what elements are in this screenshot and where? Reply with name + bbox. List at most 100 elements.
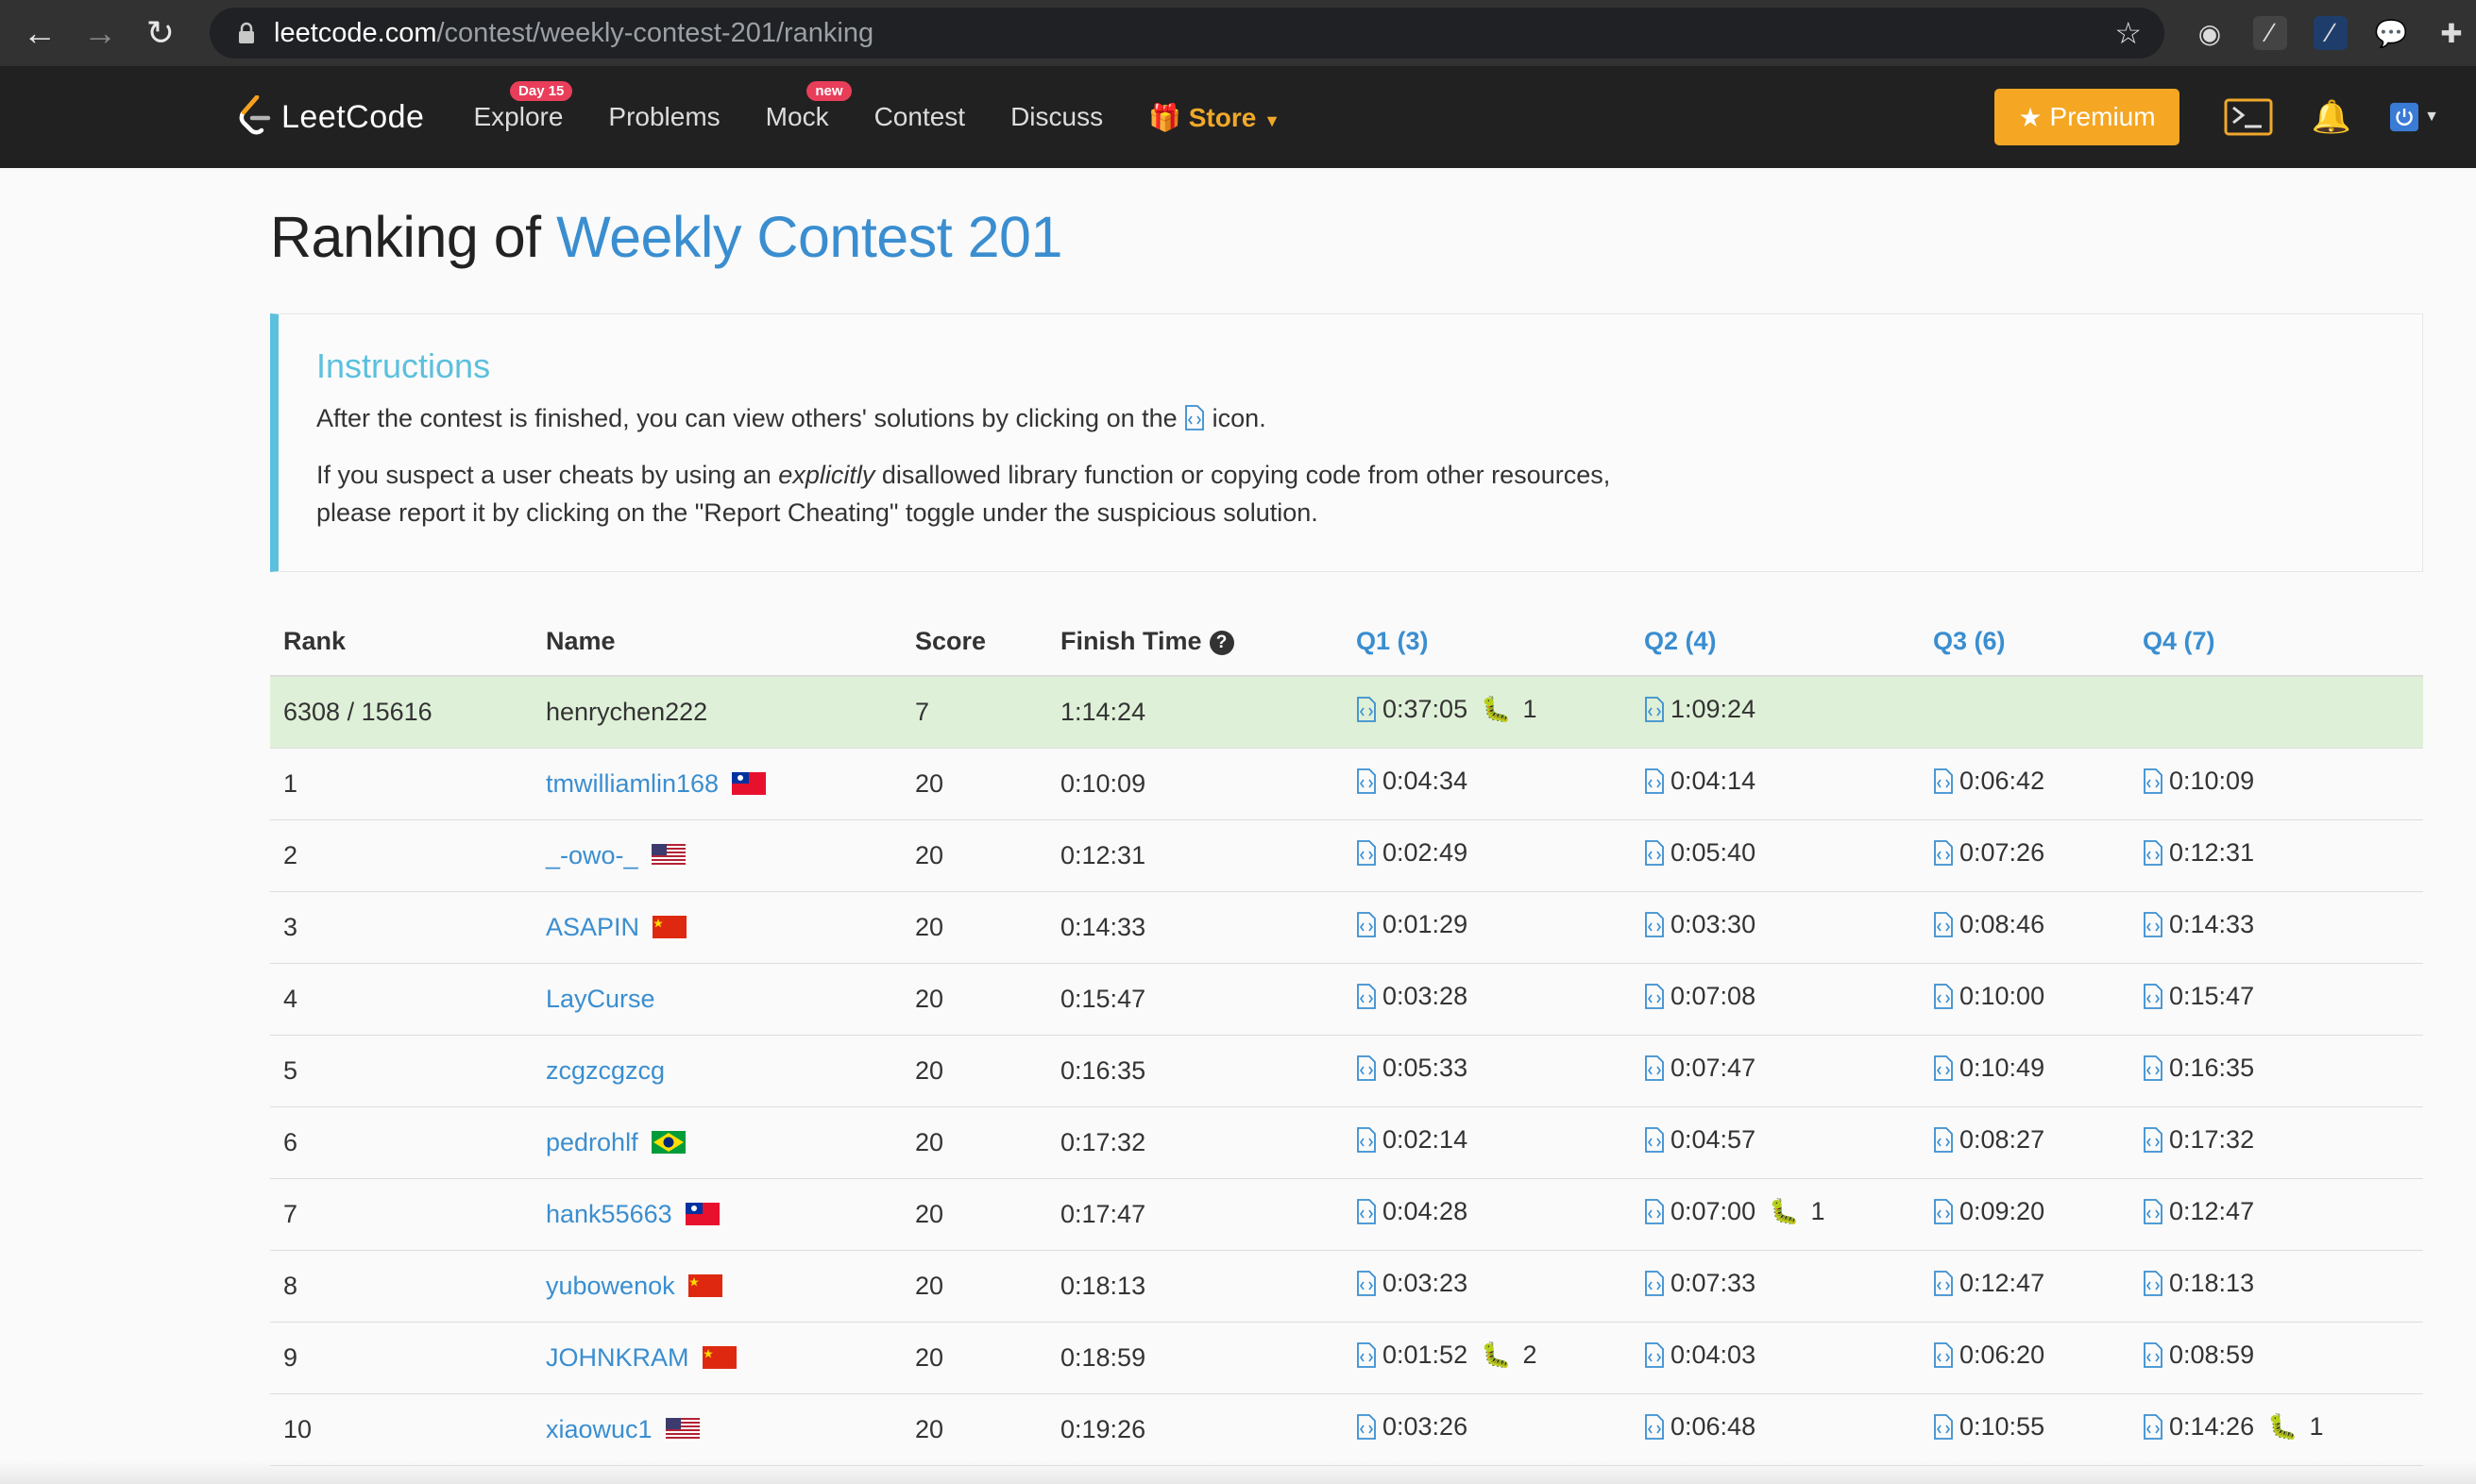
code-file-icon[interactable] bbox=[2143, 1271, 2163, 1296]
back-arrow-icon[interactable]: ← bbox=[9, 0, 70, 66]
extension-leetcode-icon[interactable]: ∕ bbox=[2253, 16, 2287, 50]
code-file-icon[interactable] bbox=[2143, 912, 2163, 937]
user-name-link[interactable]: LayCurse bbox=[546, 985, 655, 1013]
code-file-icon[interactable] bbox=[1933, 1199, 1954, 1224]
code-file-icon[interactable] bbox=[1933, 840, 1954, 866]
code-file-icon[interactable] bbox=[1644, 912, 1665, 937]
name-cell: yubowenok bbox=[533, 1250, 902, 1323]
header-q3[interactable]: Q3 (6) bbox=[1920, 608, 2129, 677]
code-file-icon[interactable] bbox=[1356, 697, 1377, 723]
code-file-icon[interactable] bbox=[2143, 1199, 2163, 1224]
extension-chat-icon[interactable]: 💬 bbox=[2374, 16, 2408, 50]
code-file-icon[interactable] bbox=[1933, 1342, 1954, 1368]
solve-time: 0:06:42 bbox=[1959, 767, 2045, 795]
user-name-link[interactable]: yubowenok bbox=[546, 1272, 675, 1300]
bug-icon: 🐛 bbox=[1769, 1197, 1800, 1225]
code-file-icon[interactable] bbox=[1644, 1414, 1665, 1440]
playground-terminal-icon[interactable] bbox=[2224, 93, 2273, 142]
extensions-puzzle-icon[interactable]: ✚ bbox=[2434, 16, 2468, 50]
code-file-icon[interactable] bbox=[1644, 984, 1665, 1009]
code-file-icon[interactable] bbox=[2143, 840, 2163, 866]
code-file-icon[interactable] bbox=[1356, 1055, 1377, 1081]
code-file-icon[interactable] bbox=[1933, 1127, 1954, 1153]
notification-bell-icon[interactable]: 🔔 bbox=[2307, 93, 2356, 142]
instructions-text: please report it by clicking on the "Rep… bbox=[316, 498, 1318, 527]
header-q4[interactable]: Q4 (7) bbox=[2129, 608, 2423, 677]
user-name-link[interactable]: _-owo-_ bbox=[546, 841, 638, 869]
rank-cell: 6 bbox=[270, 1106, 533, 1179]
code-file-icon[interactable] bbox=[1356, 1271, 1377, 1296]
code-file-icon[interactable] bbox=[1933, 1414, 1954, 1440]
user-name-link[interactable]: ASAPIN bbox=[546, 913, 639, 941]
solve-time: 0:09:20 bbox=[1959, 1197, 2045, 1225]
code-file-icon[interactable] bbox=[1356, 768, 1377, 794]
code-file-icon[interactable] bbox=[2143, 1342, 2163, 1368]
wrong-submission-count: 2 bbox=[1522, 1341, 1537, 1369]
q2-cell: 0:07:47 bbox=[1631, 1035, 1920, 1107]
flag-br-icon bbox=[651, 1130, 686, 1154]
q3-cell: 0:10:00 bbox=[1920, 963, 2129, 1036]
nav-store[interactable]: 🎁 Store ▼ bbox=[1148, 102, 1280, 133]
code-file-icon[interactable] bbox=[1356, 984, 1377, 1009]
q1-cell: 0:03:23 bbox=[1343, 1250, 1631, 1323]
code-file-icon[interactable] bbox=[1933, 1055, 1954, 1081]
code-file-icon[interactable] bbox=[1356, 840, 1377, 866]
extension-target-icon[interactable]: ◉ bbox=[2193, 16, 2227, 50]
user-name-link[interactable]: tmwilliamlin168 bbox=[546, 769, 719, 798]
nav-discuss[interactable]: Discuss bbox=[1010, 102, 1103, 132]
code-file-icon[interactable] bbox=[2143, 768, 2163, 794]
reload-icon[interactable]: ↻ bbox=[130, 0, 191, 66]
code-file-icon[interactable] bbox=[1356, 912, 1377, 937]
extension-leetcode-blue-icon[interactable]: ∕ bbox=[2314, 16, 2348, 50]
q2-cell: 0:07:00 🐛 1 bbox=[1631, 1178, 1920, 1251]
code-file-icon[interactable] bbox=[1933, 912, 1954, 937]
code-file-icon[interactable] bbox=[1356, 1127, 1377, 1153]
solve-time: 0:07:47 bbox=[1670, 1054, 1756, 1082]
code-file-icon[interactable] bbox=[1933, 768, 1954, 794]
q2-cell: 0:07:08 bbox=[1631, 963, 1920, 1036]
bookmark-star-icon[interactable]: ☆ bbox=[2114, 15, 2142, 51]
user-name-link[interactable]: xiaowuc1 bbox=[546, 1415, 653, 1443]
q4-cell: 0:18:13 bbox=[2129, 1250, 2423, 1323]
user-name-link[interactable]: zcgzcgzcg bbox=[546, 1056, 665, 1085]
user-name-link[interactable]: pedrohlf bbox=[546, 1128, 638, 1156]
user-name-link[interactable]: hank55663 bbox=[546, 1200, 672, 1228]
code-file-icon[interactable] bbox=[1356, 1342, 1377, 1368]
user-avatar[interactable]: ▼ bbox=[2390, 93, 2439, 142]
code-file-icon[interactable] bbox=[2143, 1414, 2163, 1440]
code-file-icon[interactable] bbox=[1933, 1271, 1954, 1296]
code-file-icon[interactable] bbox=[1644, 768, 1665, 794]
leetcode-logo[interactable]: LeetCode bbox=[238, 95, 424, 139]
nav-mock[interactable]: Mock new bbox=[766, 81, 852, 132]
code-file-icon[interactable] bbox=[1644, 1127, 1665, 1153]
user-name-link[interactable]: JOHNKRAM bbox=[546, 1343, 689, 1372]
forward-arrow-icon[interactable]: → bbox=[70, 0, 130, 66]
address-bar[interactable]: leetcode.com/contest/weekly-contest-201/… bbox=[210, 8, 2164, 59]
q4-cell: 0:12:31 bbox=[2129, 819, 2423, 892]
contest-link[interactable]: Weekly Contest 201 bbox=[556, 205, 1062, 269]
code-file-icon[interactable] bbox=[1644, 1055, 1665, 1081]
nav-problems[interactable]: Problems bbox=[608, 102, 720, 132]
header-q2[interactable]: Q2 (4) bbox=[1631, 608, 1920, 677]
q1-cell: 0:04:28 bbox=[1343, 1178, 1631, 1251]
code-file-icon[interactable] bbox=[1644, 840, 1665, 866]
code-file-icon[interactable] bbox=[1356, 1199, 1377, 1224]
question-icon[interactable]: ? bbox=[1209, 631, 1234, 655]
header-q1[interactable]: Q1 (3) bbox=[1343, 608, 1631, 677]
solve-time: 0:14:33 bbox=[2169, 910, 2255, 938]
code-file-icon[interactable] bbox=[1644, 1342, 1665, 1368]
solve-time: 0:37:05 bbox=[1382, 695, 1468, 724]
solve-time: 0:07:00 bbox=[1670, 1197, 1756, 1225]
premium-button[interactable]: ★ Premium bbox=[1994, 89, 2179, 145]
code-file-icon[interactable] bbox=[1644, 1199, 1665, 1224]
code-file-icon[interactable] bbox=[2143, 1127, 2163, 1153]
nav-contest[interactable]: Contest bbox=[874, 102, 966, 132]
code-file-icon[interactable] bbox=[2143, 1055, 2163, 1081]
code-file-icon[interactable] bbox=[1644, 1271, 1665, 1296]
code-file-icon[interactable] bbox=[1933, 984, 1954, 1009]
code-file-icon[interactable] bbox=[1356, 1414, 1377, 1440]
finish-time-cell: 1:14:24 bbox=[1047, 676, 1343, 749]
code-file-icon[interactable] bbox=[1644, 697, 1665, 723]
code-file-icon[interactable] bbox=[2143, 984, 2163, 1009]
nav-explore[interactable]: Explore Day 15 bbox=[473, 81, 573, 132]
